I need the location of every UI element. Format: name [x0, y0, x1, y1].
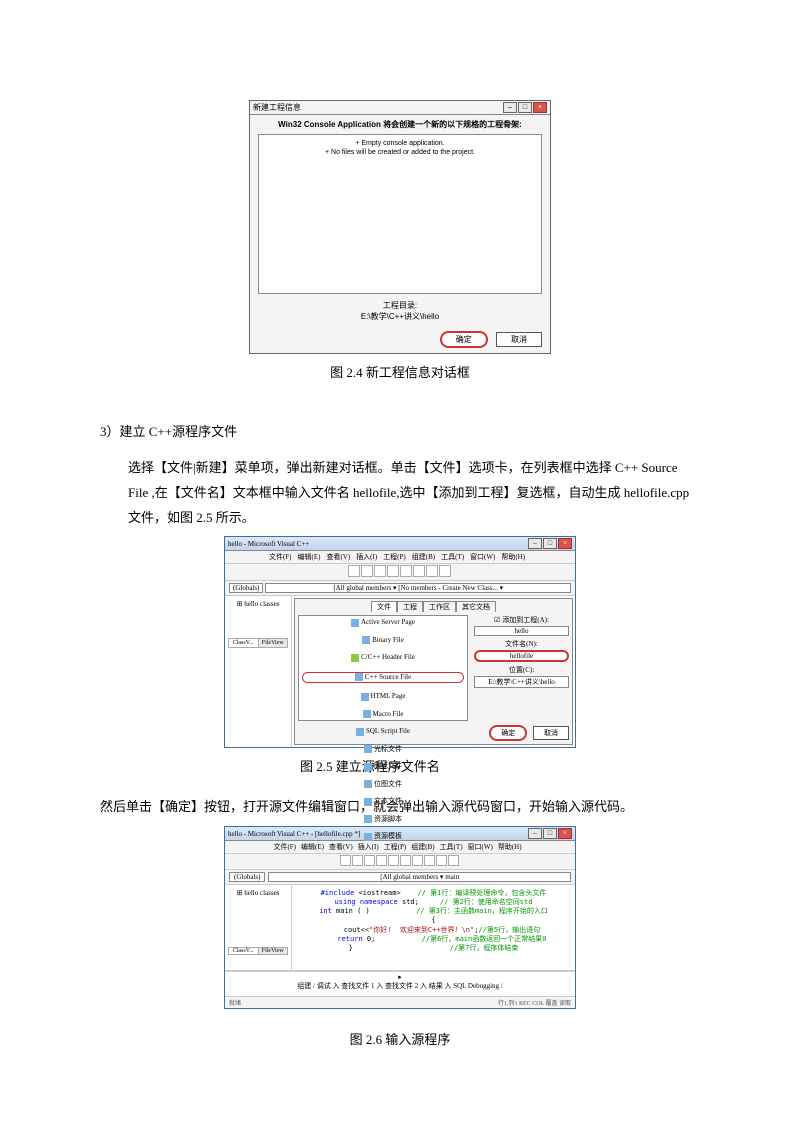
- tab-fileview[interactable]: FileView: [259, 639, 288, 647]
- toolbar-icon[interactable]: [412, 855, 423, 866]
- list-item[interactable]: Active Server Page: [302, 618, 464, 627]
- toolbar-icon[interactable]: [448, 855, 459, 866]
- status-bar: 就绪 行1,列1 REC COL 覆盖 读取: [225, 996, 575, 1008]
- list-item[interactable]: 光标文件: [302, 745, 464, 754]
- list-item[interactable]: 资源脚本: [302, 815, 464, 824]
- ok-button[interactable]: 确定: [440, 331, 488, 348]
- tab-files[interactable]: 文件: [371, 601, 397, 612]
- tab-projects[interactable]: 工程: [397, 601, 423, 612]
- toolbar-icon[interactable]: [376, 855, 387, 866]
- toolbar-icon[interactable]: [439, 565, 451, 577]
- dialog-description: + Empty console application. + No files …: [258, 134, 542, 294]
- dialog-titlebar: 新建工程信息 – □ ×: [250, 101, 550, 115]
- status-left: 就绪: [229, 998, 241, 1007]
- status-right: 行1,列1 REC COL 覆盖 读取: [498, 998, 571, 1007]
- toolbar-icon[interactable]: [364, 855, 375, 866]
- list-item[interactable]: C++ Source File: [302, 672, 464, 683]
- figure-2-5: hello - Microsoft Visual C++ – □ × 文件(F)…: [100, 536, 700, 748]
- list-item[interactable]: 文本文件: [302, 797, 464, 806]
- tab-classview[interactable]: ClassV...: [229, 639, 259, 647]
- output-pane: ▸ 组建 / 调试 入 查找文件 1 入 查找文件 2 入 结果 入 SQL D…: [225, 970, 575, 996]
- toolbar-icon[interactable]: [361, 565, 373, 577]
- toolbar-icon[interactable]: [426, 565, 438, 577]
- add-to-project-checkbox[interactable]: 添加到工程(A):: [474, 615, 569, 625]
- menu-bar[interactable]: 文件(F)编辑(E)查看(V)插入(I)工程(P)组建(B)工具(T)窗口(W)…: [225, 551, 575, 564]
- toolbar-icon[interactable]: [340, 855, 351, 866]
- list-item[interactable]: Macro File: [302, 710, 464, 719]
- location-label: 位置(C):: [474, 665, 569, 675]
- code-editor[interactable]: #include <iostream> // 第1行：编译预处理命令，包含头文件…: [292, 885, 575, 970]
- filename-input[interactable]: hellofile: [474, 650, 569, 662]
- dialog-heading: Win32 Console Application 将会创建一个新的以下规格的工…: [258, 119, 542, 130]
- toolbar-icon[interactable]: [424, 855, 435, 866]
- toolbar-icon[interactable]: [374, 565, 386, 577]
- tab-workspaces[interactable]: 工作区: [423, 601, 456, 612]
- tree-root[interactable]: hello classes: [244, 600, 279, 608]
- file-type-list[interactable]: Active Server Page Binary File C/C++ Heade…: [298, 615, 468, 721]
- toolbar-icon[interactable]: [413, 565, 425, 577]
- maximize-icon[interactable]: □: [518, 102, 532, 113]
- toolbar-icon[interactable]: [348, 565, 360, 577]
- path-label: 工程目录:: [258, 300, 542, 311]
- tab-classview[interactable]: ClassV...: [229, 948, 259, 954]
- members-combo[interactable]: [All global members ▾ [No members - Crea…: [265, 583, 571, 593]
- tab-fileview[interactable]: FileView: [259, 948, 288, 954]
- list-item[interactable]: Binary File: [302, 636, 464, 645]
- toolbar-icon[interactable]: [400, 855, 411, 866]
- toolbar-icon[interactable]: [352, 855, 363, 866]
- close-icon[interactable]: ×: [533, 102, 547, 113]
- section-3-title: 3）建立 C++源程序文件: [100, 421, 700, 440]
- minimize-icon[interactable]: –: [528, 828, 542, 839]
- list-item[interactable]: C/C++ Header File: [302, 653, 464, 662]
- list-item[interactable]: HTML Page: [302, 692, 464, 701]
- minimize-icon[interactable]: –: [503, 102, 517, 113]
- toolbar-icon[interactable]: [388, 855, 399, 866]
- path-value: E:\教学\C++讲义\hello: [258, 311, 542, 322]
- cancel-button[interactable]: 取消: [496, 332, 542, 347]
- list-item[interactable]: 图标文件: [302, 762, 464, 771]
- figure-2-6-caption: 图 2.6 输入源程序: [100, 1029, 700, 1048]
- toolbar-icon[interactable]: [436, 855, 447, 866]
- toolbar[interactable]: [225, 854, 575, 870]
- workspace-pane: ⊞ hello classes ClassV... FileView: [225, 596, 292, 747]
- maximize-icon[interactable]: □: [543, 538, 557, 549]
- section-3-paragraph: 选择【文件|新建】菜单项，弹出新建对话框。单击【文件】选项卡，在列表框中选择 C…: [128, 456, 700, 530]
- toolbar[interactable]: [225, 564, 575, 581]
- project-combo[interactable]: hello: [474, 626, 569, 636]
- vcpp-window: hello - Microsoft Visual C++ – □ × 文件(F)…: [224, 536, 576, 748]
- output-tabs[interactable]: 组建 / 调试 入 查找文件 1 入 查找文件 2 入 结果 入 SQL Deb…: [297, 982, 502, 990]
- minimize-icon[interactable]: –: [528, 538, 542, 549]
- tab-other[interactable]: 其它文档: [456, 601, 496, 612]
- toolbar-icon[interactable]: [400, 565, 412, 577]
- scope-combo[interactable]: (Globals): [229, 872, 265, 882]
- scope-combo[interactable]: (Globals): [229, 583, 263, 593]
- members-combo[interactable]: [All global members ▾ main: [268, 872, 571, 882]
- tree-root[interactable]: hello classes: [244, 889, 279, 897]
- location-input[interactable]: E:\教学\C++讲义\hello: [474, 676, 569, 688]
- window-title: hello - Microsoft Visual C++: [228, 540, 309, 548]
- workspace-pane: ⊞ hello classes ClassV... FileView: [225, 885, 292, 970]
- desc-line: + Empty console application.: [265, 139, 535, 148]
- dialog-title: 新建工程信息: [253, 102, 301, 113]
- cancel-button[interactable]: 取消: [533, 726, 569, 740]
- close-icon[interactable]: ×: [558, 828, 572, 839]
- list-item[interactable]: 位图文件: [302, 780, 464, 789]
- figure-2-6: hello - Microsoft Visual C++ - [hellofil…: [100, 826, 700, 1009]
- maximize-icon[interactable]: □: [543, 828, 557, 839]
- vcpp-editor-window: hello - Microsoft Visual C++ - [hellofil…: [224, 826, 576, 1009]
- figure-2-4: 新建工程信息 – □ × Win32 Console Application 将…: [100, 100, 700, 354]
- figure-2-4-caption: 图 2.4 新工程信息对话框: [100, 362, 700, 381]
- close-icon[interactable]: ×: [558, 538, 572, 549]
- list-item[interactable]: 资源模板: [302, 832, 464, 841]
- desc-line: + No files will be created or added to t…: [265, 148, 535, 157]
- new-project-info-dialog: 新建工程信息 – □ × Win32 Console Application 将…: [249, 100, 551, 354]
- new-dialog: 文件工程工作区其它文档 Active Server Page Binary Fil…: [294, 598, 573, 745]
- ok-button[interactable]: 确定: [489, 725, 527, 741]
- toolbar-icon[interactable]: [387, 565, 399, 577]
- list-item[interactable]: SQL Script File: [302, 727, 464, 736]
- filename-label: 文件名(N):: [474, 639, 569, 649]
